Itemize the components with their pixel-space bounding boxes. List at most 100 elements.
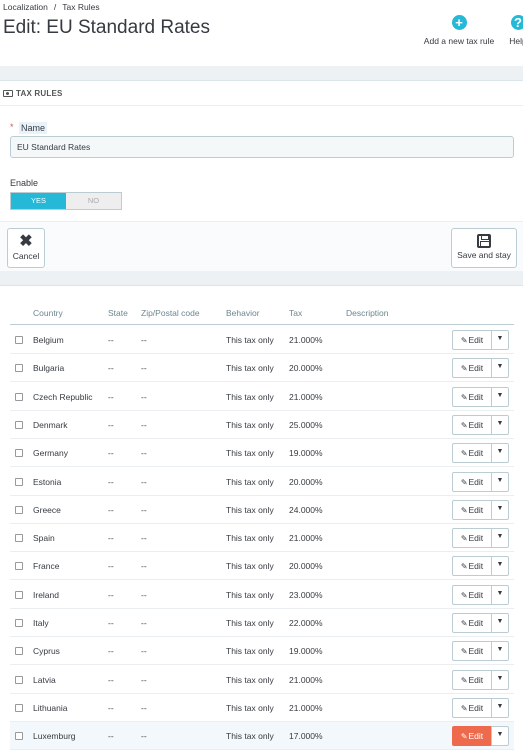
edit-label: Edit (468, 646, 484, 657)
edit-button[interactable]: ✎Edit (452, 584, 491, 605)
actions-dropdown-toggle[interactable]: ▼ (491, 471, 509, 492)
caret-down-icon: ▼ (496, 448, 504, 456)
pencil-icon: ✎ (460, 619, 468, 628)
row-checkbox[interactable] (15, 534, 23, 543)
cell-behavior: This tax only (226, 363, 274, 374)
actions-dropdown-toggle[interactable]: ▼ (491, 330, 509, 350)
actions-dropdown-toggle[interactable]: ▼ (491, 584, 509, 605)
cell-country: Spain (33, 533, 55, 544)
edit-button[interactable]: ✎Edit (452, 358, 491, 379)
cell-tax: 19.000% (289, 646, 323, 657)
row-checkbox[interactable] (15, 647, 23, 656)
actions-dropdown-toggle[interactable]: ▼ (491, 528, 509, 549)
cell-zip: -- (141, 363, 147, 374)
enable-switch[interactable]: YES NO (10, 192, 122, 210)
edit-label: Edit (468, 391, 484, 402)
row-checkbox[interactable] (15, 505, 23, 514)
actions-dropdown-toggle[interactable]: ▼ (491, 386, 509, 407)
help-button[interactable]: ? Help (503, 15, 523, 46)
row-checkbox[interactable] (15, 364, 23, 373)
breadcrumb-item-tax-rules[interactable]: Tax Rules (62, 2, 99, 12)
table-row[interactable]: Denmark -- -- This tax only 25.000% ✎Edit ▼ (10, 411, 514, 439)
actions-dropdown-toggle[interactable]: ▼ (491, 669, 509, 690)
edit-button[interactable]: ✎Edit (452, 330, 491, 350)
table-row[interactable]: Bulgaria -- -- This tax only 20.000% ✎Edit ▼ (10, 354, 514, 383)
save-and-stay-label: Save and stay (457, 250, 511, 260)
cell-behavior: This tax only (226, 618, 274, 628)
enable-yes-option[interactable]: YES (11, 193, 66, 209)
cell-tax: 23.000% (289, 589, 323, 600)
cell-state: -- (108, 618, 114, 628)
table-row[interactable]: Italy -- -- This tax only 22.000% ✎Edit ▼ (10, 609, 514, 637)
save-and-stay-button[interactable]: Save and stay (451, 228, 517, 268)
cell-state: -- (108, 702, 114, 713)
edit-button[interactable]: ✎Edit (452, 697, 491, 718)
edit-button[interactable]: ✎Edit (452, 556, 491, 577)
table-row[interactable]: Estonia -- -- This tax only 20.000% ✎Edit ▼ (10, 468, 514, 496)
row-checkbox[interactable] (15, 449, 23, 458)
cell-state: -- (108, 646, 114, 657)
actions-dropdown-toggle[interactable]: ▼ (491, 358, 509, 379)
row-actions: ✎Edit ▼ (452, 330, 509, 350)
table-row[interactable]: Czech Republic -- -- This tax only 21.000% ✎E… (10, 383, 514, 411)
cell-state: -- (108, 589, 114, 600)
edit-button[interactable]: ✎Edit (452, 414, 491, 435)
actions-dropdown-toggle[interactable]: ▼ (491, 414, 509, 435)
pencil-icon: ✎ (460, 392, 468, 402)
edit-button[interactable]: ✎Edit (452, 726, 491, 747)
cancel-label: Cancel (12, 251, 40, 261)
edit-button[interactable]: ✎Edit (452, 499, 491, 520)
edit-button[interactable]: ✎Edit (452, 641, 491, 662)
edit-button[interactable]: ✎Edit (452, 669, 491, 690)
cell-zip: -- (141, 674, 147, 685)
actions-dropdown-toggle[interactable]: ▼ (491, 613, 509, 633)
cell-tax: 21.000% (289, 335, 323, 345)
caret-down-icon: ▼ (496, 476, 504, 484)
row-checkbox[interactable] (15, 392, 23, 401)
caret-down-icon: ▼ (496, 335, 504, 342)
table-row[interactable]: France -- -- This tax only 20.000% ✎Edit ▼ (10, 552, 514, 581)
actions-dropdown-toggle[interactable]: ▼ (491, 443, 509, 464)
cell-tax: 17.000% (289, 731, 323, 742)
table-row[interactable]: Luxemburg -- -- This tax only 17.000% ✎Edit ▼ (10, 722, 514, 750)
table-row[interactable]: Greece -- -- This tax only 24.000% ✎Edit ▼ (10, 496, 514, 524)
edit-button[interactable]: ✎Edit (452, 386, 491, 407)
actions-dropdown-toggle[interactable]: ▼ (491, 726, 509, 747)
edit-button[interactable]: ✎Edit (452, 613, 491, 633)
breadcrumb-item-localization[interactable]: Localization (3, 2, 48, 12)
row-checkbox[interactable] (15, 477, 23, 486)
cell-country: Cyprus (33, 646, 60, 657)
edit-button[interactable]: ✎Edit (452, 471, 491, 492)
row-checkbox[interactable] (15, 336, 23, 344)
row-checkbox[interactable] (15, 675, 23, 684)
table-row[interactable]: Spain -- -- This tax only 21.000% ✎Edit ▼ (10, 524, 514, 553)
edit-button[interactable]: ✎Edit (452, 443, 491, 464)
actions-dropdown-toggle[interactable]: ▼ (491, 499, 509, 520)
row-checkbox[interactable] (15, 732, 23, 741)
pencil-icon: ✎ (460, 477, 468, 487)
add-new-tax-rule-button[interactable]: + Add a new tax rule (420, 15, 498, 46)
pencil-icon: ✎ (460, 675, 468, 685)
pencil-icon: ✎ (460, 703, 468, 713)
name-input[interactable] (10, 136, 514, 158)
row-checkbox[interactable] (15, 420, 23, 429)
actions-dropdown-toggle[interactable]: ▼ (491, 697, 509, 718)
table-row[interactable]: Latvia -- -- This tax only 21.000% ✎Edit ▼ (10, 666, 514, 694)
table-row[interactable]: Belgium -- -- This tax only 21.000% ✎Edit ▼ (10, 326, 514, 354)
edit-label: Edit (468, 702, 484, 713)
enable-no-option[interactable]: NO (66, 193, 121, 209)
table-row[interactable]: Lithuania -- -- This tax only 21.000% ✎Edit ▼ (10, 694, 514, 722)
table-row[interactable]: Germany -- -- This tax only 19.000% ✎Edit ▼ (10, 439, 514, 468)
row-checkbox[interactable] (15, 590, 23, 599)
actions-dropdown-toggle[interactable]: ▼ (491, 641, 509, 662)
table-row[interactable]: Cyprus -- -- This tax only 19.000% ✎Edit ▼ (10, 637, 514, 666)
cell-behavior: This tax only (226, 476, 274, 487)
row-checkbox[interactable] (15, 619, 23, 627)
row-checkbox[interactable] (15, 562, 23, 571)
table-row[interactable]: Ireland -- -- This tax only 23.000% ✎Edit ▼ (10, 581, 514, 609)
row-checkbox[interactable] (15, 703, 23, 712)
pencil-icon: ✎ (460, 562, 468, 572)
edit-button[interactable]: ✎Edit (452, 528, 491, 549)
actions-dropdown-toggle[interactable]: ▼ (491, 556, 509, 577)
cancel-button[interactable]: ✖ Cancel (7, 228, 45, 268)
